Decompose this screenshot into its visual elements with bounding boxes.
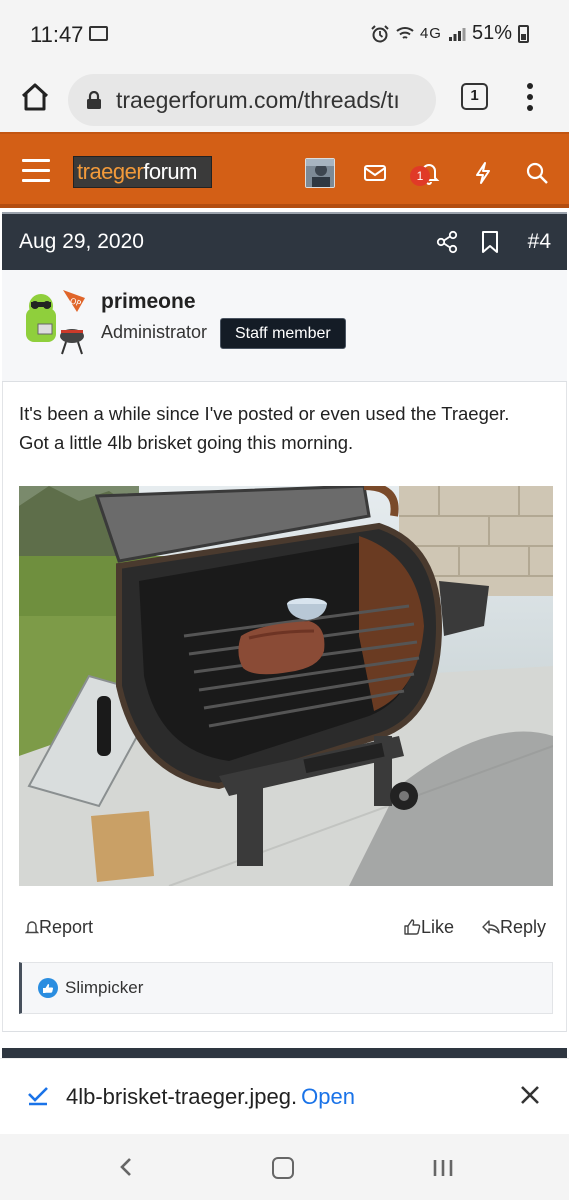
- staff-member-badge: Staff member: [220, 318, 346, 349]
- battery-percent: 51%: [471, 22, 512, 44]
- whats-new-bolt-icon[interactable]: [470, 160, 496, 186]
- post-author-block: OP primeone Administrator Staff member: [2, 270, 567, 382]
- logo-text-traeger: traeger: [77, 159, 144, 184]
- like-button[interactable]: Like: [403, 917, 454, 938]
- status-right-group: 4G 51%: [370, 22, 529, 45]
- system-navigation-bar: [0, 1134, 569, 1200]
- signal-icon: [448, 27, 466, 41]
- user-avatar[interactable]: [305, 158, 335, 188]
- author-name[interactable]: primeone: [101, 290, 196, 314]
- author-avatar[interactable]: OP: [18, 286, 90, 358]
- alerts-count-badge: 1: [410, 166, 430, 186]
- post-number[interactable]: #4: [528, 230, 551, 254]
- reaction-user-link[interactable]: Slimpicker: [65, 978, 143, 998]
- avatar-photo-icon: [306, 159, 334, 187]
- download-filename: 4lb-brisket-traeger.jpeg. Open: [66, 1084, 355, 1110]
- report-bell-icon: [24, 921, 40, 934]
- close-icon[interactable]: [518, 1083, 542, 1107]
- tab-switcher-button[interactable]: 1: [461, 83, 488, 110]
- like-reaction-icon: [38, 978, 58, 998]
- status-time: 11:47: [30, 22, 84, 47]
- address-bar[interactable]: traegerforum.com/threads/tı: [68, 74, 436, 126]
- thumbs-up-icon: [404, 919, 421, 935]
- battery-icon: [518, 24, 529, 43]
- brisket-grill-photo-icon: [19, 486, 553, 886]
- logo-text-forum: forum: [143, 159, 197, 184]
- browser-toolbar: traegerforum.com/threads/tı 1: [0, 66, 569, 132]
- download-check-icon: [28, 1087, 48, 1106]
- download-open-link[interactable]: Open: [301, 1084, 355, 1109]
- recent-apps-icon[interactable]: [432, 1158, 454, 1178]
- hamburger-menu-icon[interactable]: [22, 159, 50, 182]
- more-options-icon[interactable]: [520, 80, 540, 114]
- reactions-bar: Slimpicker: [19, 962, 553, 1014]
- site-header: traegerforum 1: [0, 132, 569, 208]
- site-logo[interactable]: traegerforum: [73, 156, 212, 188]
- inbox-icon[interactable]: [362, 160, 388, 186]
- post-header: Aug 29, 2020 #4: [2, 212, 567, 270]
- reply-label: Reply: [500, 917, 547, 937]
- post-body: It's been a while since I've posted or e…: [2, 382, 567, 1032]
- next-post-header: [2, 1048, 567, 1058]
- like-label: Like: [421, 917, 455, 937]
- lock-icon: [87, 91, 101, 109]
- wifi-icon: [396, 26, 414, 39]
- download-complete-bar: 4lb-brisket-traeger.jpeg. Open: [0, 1058, 569, 1134]
- home-button-icon[interactable]: [272, 1157, 294, 1179]
- network-type: 4G: [419, 25, 442, 42]
- status-bar: 11:47 4G 51%: [0, 0, 569, 66]
- report-link[interactable]: Report: [24, 917, 94, 938]
- author-title: Administrator: [101, 322, 208, 342]
- download-filename-text: 4lb-brisket-traeger.jpeg.: [66, 1084, 298, 1109]
- mail-notification-icon: [89, 26, 108, 41]
- url-text: traegerforum.com/threads/tı: [116, 87, 400, 113]
- alarm-icon: [371, 24, 389, 42]
- home-icon[interactable]: [18, 80, 52, 114]
- post-date[interactable]: Aug 29, 2020: [19, 230, 144, 254]
- search-icon[interactable]: [524, 160, 550, 186]
- reply-button[interactable]: Reply: [482, 917, 546, 938]
- post-message-text: It's been a while since I've posted or e…: [19, 403, 510, 453]
- back-chevron-icon[interactable]: [116, 1156, 136, 1178]
- report-label: Report: [39, 917, 94, 937]
- share-icon[interactable]: [436, 230, 458, 254]
- bookmark-icon[interactable]: [481, 230, 499, 254]
- reply-arrow-icon: [482, 920, 500, 934]
- post-image[interactable]: [19, 486, 553, 886]
